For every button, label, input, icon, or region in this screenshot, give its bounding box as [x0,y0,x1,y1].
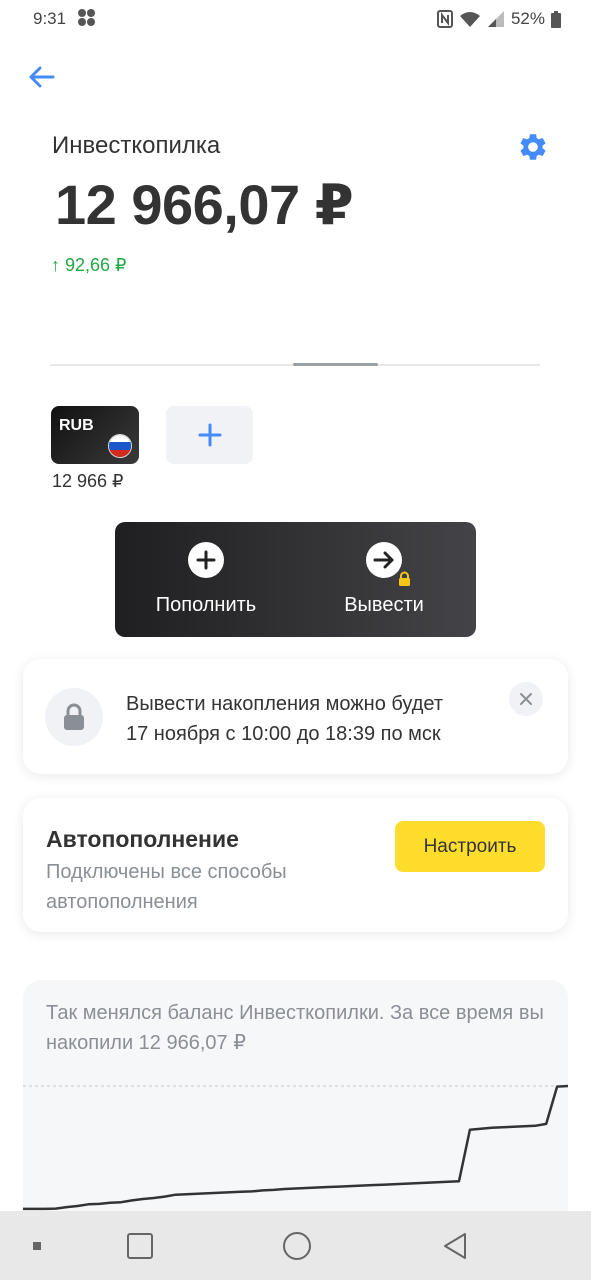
notification-dots-icon [78,9,95,26]
autodeposit-card: Автопополнение Подключены все способы ав… [23,798,568,932]
battery-percent: 52% [510,9,545,28]
system-nav-bar [0,1211,591,1280]
notice-line-2: 17 ноября с 10:00 до 18:39 по мск [126,723,441,745]
withdraw-button[interactable]: Вывести [304,522,464,637]
arrow-right-circle-icon [366,542,410,586]
nfc-icon [436,10,453,28]
back-button[interactable] [22,58,60,96]
plus-icon [198,423,221,447]
withdraw-label: Вывести [344,594,424,616]
currency-amount: 12 966 ₽ [52,471,124,491]
currency-code: RUB [59,417,94,434]
close-notice-button[interactable] [509,682,543,716]
autodeposit-title: Автопополнение [46,826,239,852]
recents-square-icon [127,1232,153,1259]
add-currency-button[interactable] [166,406,253,464]
home-circle-icon [283,1231,311,1260]
nav-home-button[interactable] [272,1211,322,1280]
notice-line-1: Вывести накопления можно будет [126,693,444,715]
balance-line-series [23,1084,568,1211]
withdraw-notice-card: Вывести накопления можно будет 17 ноября… [23,659,568,774]
balance-amount: 12 966,07 ₽ [55,173,354,236]
russia-flag-icon [108,434,132,458]
nav-menu-button[interactable] [22,1211,52,1280]
battery-icon [551,10,561,28]
settings-button[interactable] [512,126,554,168]
cellular-signal-icon [487,11,504,27]
page-indicator-active [293,363,378,366]
square-dot-icon [33,1241,41,1250]
close-icon [520,693,532,705]
wifi-icon [459,12,480,27]
status-bar: 9:31 52% [0,0,591,38]
autodeposit-subtitle: Подключены все способы автопополнения [46,861,287,913]
status-indicators: 52% [436,9,561,29]
notice-text: Вывести накопления можно будет 17 ноября… [126,689,443,749]
nav-back-button[interactable] [430,1211,480,1280]
currency-card-rub[interactable]: RUB [51,406,139,464]
lock-badge-icon [399,571,410,586]
nav-recents-button[interactable] [115,1211,165,1280]
arrow-left-icon [29,66,55,88]
deposit-label: Пополнить [155,594,257,616]
actions-panel: Пополнить Вывести [115,522,476,637]
plus-circle-icon [188,542,224,578]
deposit-button[interactable]: Пополнить [126,522,286,637]
balance-delta: ↑ 92,66 ₽ [51,255,127,275]
configure-button[interactable]: Настроить [395,821,545,872]
page-title: Инвесткопилка [52,132,221,159]
gear-icon [520,134,546,160]
status-time: 9:31 [33,9,67,28]
back-triangle-icon [444,1232,466,1259]
lock-icon [45,688,103,746]
